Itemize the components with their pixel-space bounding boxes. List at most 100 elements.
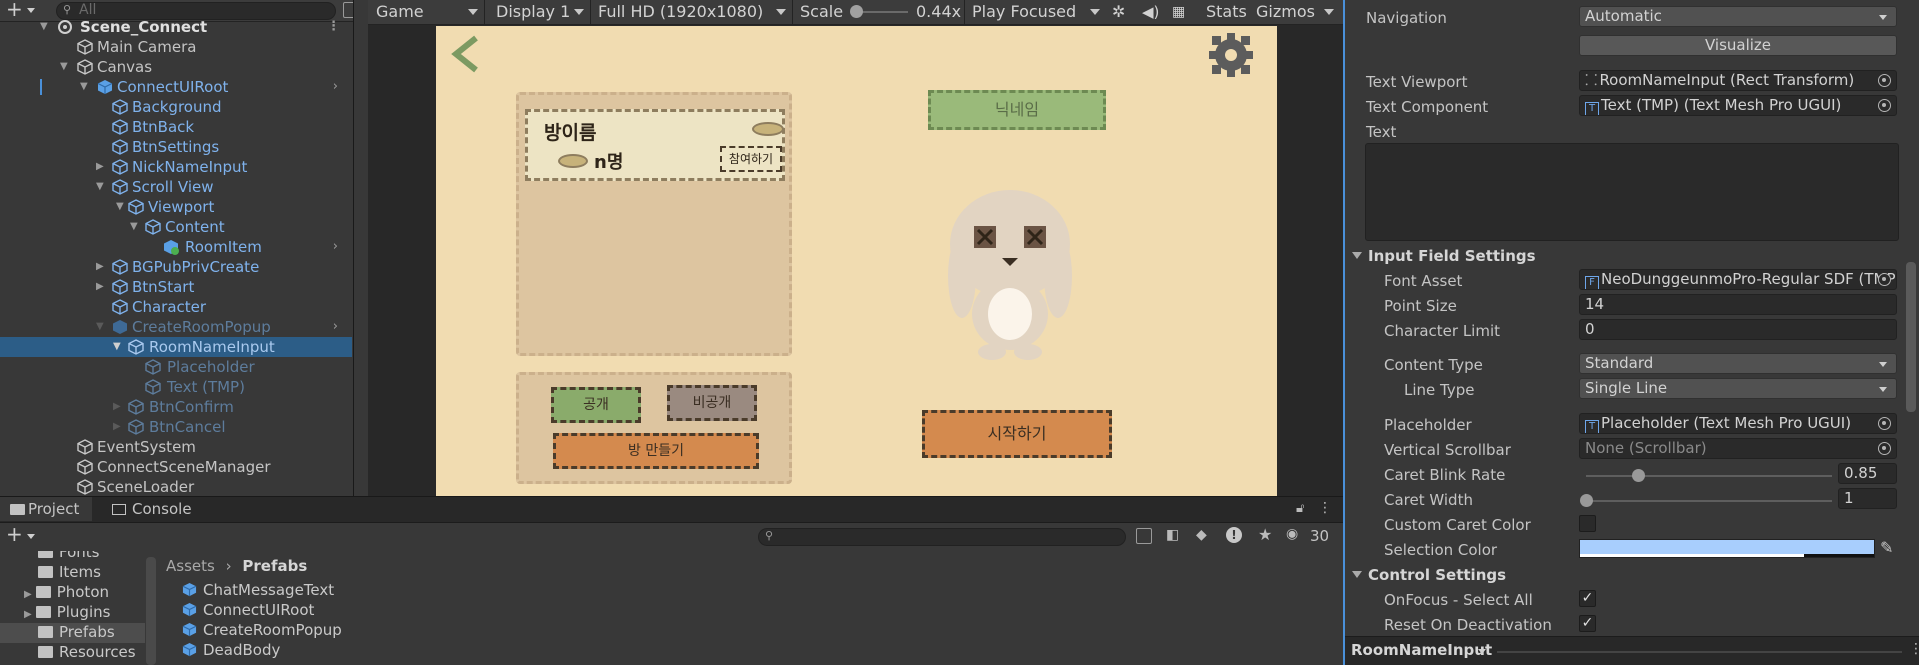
breadcrumb-root[interactable]: Assets <box>166 557 215 575</box>
hierarchy-item[interactable]: Text (TMP) <box>0 377 352 397</box>
input-field-settings-header[interactable]: Input Field Settings <box>1352 247 1536 265</box>
filter-type-icon[interactable]: ◧ <box>1166 527 1179 543</box>
caret-width-field[interactable]: 1 <box>1838 488 1897 509</box>
asset-item[interactable]: ChatMessageText <box>182 581 334 599</box>
folder-item-selected[interactable]: Prefabs <box>0 623 145 643</box>
scene-row[interactable]: ▼ Scene_Connect ⋮ <box>0 17 352 37</box>
object-picker-icon[interactable] <box>1878 273 1891 286</box>
folder-tree-scrollbar[interactable] <box>146 557 156 665</box>
hierarchy-item[interactable]: Placeholder <box>0 357 352 377</box>
text-component-field[interactable]: T Text (TMP) (Text Mesh Pro UGUI) <box>1579 95 1897 116</box>
hierarchy-item[interactable]: Character <box>0 297 352 317</box>
hierarchy-item[interactable]: Main Camera <box>0 37 352 57</box>
object-picker-icon[interactable] <box>1878 442 1891 455</box>
chevron-right-icon[interactable]: › <box>333 237 338 257</box>
tab-project[interactable]: Project <box>0 497 92 521</box>
hierarchy-item[interactable]: ▶ BtnStart <box>0 277 352 297</box>
hierarchy-item[interactable]: ▼ Content <box>0 217 352 237</box>
add-dropdown-icon[interactable] <box>27 8 35 13</box>
font-asset-field[interactable]: F NeoDunggeunmoPro-Regular SDF (TMP <box>1579 269 1897 290</box>
text-area[interactable] <box>1365 143 1899 241</box>
asset-item[interactable]: ConnectUIRoot <box>182 601 314 619</box>
audio-icon[interactable]: ◀) <box>1142 0 1159 24</box>
object-picker-icon[interactable] <box>1878 99 1891 112</box>
lock-icon[interactable]: 🔓︎ <box>1296 501 1304 516</box>
eyedropper-icon[interactable]: ✎ <box>1880 538 1893 557</box>
hierarchy-item[interactable]: ▶ NickNameInput <box>0 157 352 177</box>
label-icon[interactable]: ◆ <box>1196 527 1207 543</box>
slider-knob[interactable] <box>1580 494 1593 507</box>
back-arrow-icon[interactable] <box>448 34 482 74</box>
add-icon[interactable]: + <box>6 522 23 546</box>
point-size-field[interactable]: 14 <box>1579 294 1897 315</box>
room-item[interactable]: 방이름 n명 참여하기 <box>525 109 785 181</box>
hierarchy-item[interactable]: BtnBack <box>0 117 352 137</box>
folder-item[interactable]: ▶ Plugins <box>24 603 110 621</box>
custom-caret-color-checkbox[interactable] <box>1579 515 1596 532</box>
line-type-dropdown[interactable]: Single Line <box>1579 378 1897 399</box>
inspector-scrollbar[interactable] <box>1906 262 1916 412</box>
search-options-icon[interactable] <box>343 2 353 18</box>
tab-console[interactable]: Console <box>104 497 204 521</box>
visibility-eye-icon[interactable]: ◉ <box>1286 526 1298 542</box>
vertical-scrollbar-field[interactable]: None (Scrollbar) <box>1579 438 1897 459</box>
hierarchy-item[interactable]: ConnectSceneManager <box>0 457 352 477</box>
warning-icon[interactable]: ! <box>1226 527 1242 543</box>
selection-color-swatch[interactable] <box>1579 539 1875 558</box>
folder-item[interactable]: ▶ Photon <box>24 583 109 601</box>
scene-menu-icon[interactable]: ⋮ <box>327 17 340 37</box>
create-room-button[interactable]: 방 만들기 <box>553 433 759 469</box>
settings-gear-icon[interactable] <box>1208 32 1254 78</box>
hierarchy-item[interactable]: BtnSettings <box>0 137 352 157</box>
hierarchy-item[interactable]: ▶ BtnConfirm <box>0 397 352 417</box>
stats-button[interactable]: Stats <box>1206 0 1247 24</box>
public-button[interactable]: 공개 <box>551 387 641 423</box>
asset-item[interactable]: CreateRoomPopup <box>182 621 342 639</box>
caret-blink-rate-slider[interactable] <box>1586 469 1832 482</box>
more-icon[interactable]: ⋮ <box>1909 641 1919 657</box>
hierarchy-item[interactable]: SceneLoader <box>0 477 352 496</box>
private-button[interactable]: 비공개 <box>667 385 757 421</box>
text-viewport-field[interactable]: ⸬ RoomNameInput (Rect Transform) <box>1579 70 1897 91</box>
caret-blink-rate-field[interactable]: 0.85 <box>1838 463 1897 484</box>
scale-slider[interactable] <box>850 5 908 18</box>
gizmos-button[interactable]: Gizmos <box>1256 0 1315 24</box>
nickname-input[interactable]: 닉네임 <box>928 90 1106 130</box>
character-limit-field[interactable]: 0 <box>1579 319 1897 340</box>
hierarchy-item[interactable]: Background <box>0 97 352 117</box>
hierarchy-item[interactable]: ▼ Scroll View <box>0 177 352 197</box>
more-icon[interactable]: ⋮ <box>1318 500 1332 516</box>
chevron-right-icon[interactable]: › <box>333 317 338 337</box>
join-button[interactable]: 참여하기 <box>720 146 782 172</box>
search-options-icon[interactable] <box>1136 528 1152 544</box>
hierarchy-item[interactable]: EventSystem <box>0 437 352 457</box>
game-view-dropdown[interactable]: Game <box>376 0 424 24</box>
reset-on-deactivation-checkbox[interactable]: ✓ <box>1579 615 1596 632</box>
project-search-input[interactable]: ⚲ <box>758 528 1126 546</box>
panel-splitter[interactable] <box>1343 0 1345 665</box>
bug-icon[interactable]: ✲ <box>1112 0 1125 24</box>
visualize-button[interactable]: Visualize <box>1579 35 1897 56</box>
caret-width-slider[interactable] <box>1580 494 1832 507</box>
chevron-down-icon[interactable] <box>1478 649 1486 654</box>
folder-item[interactable]: Items <box>38 563 101 581</box>
object-picker-icon[interactable] <box>1878 417 1891 430</box>
chevron-right-icon[interactable]: › <box>333 77 338 97</box>
asset-item[interactable]: DeadBody <box>182 641 280 659</box>
navigation-dropdown[interactable]: Automatic <box>1579 6 1897 27</box>
display-dropdown[interactable]: Display 1 <box>496 0 570 24</box>
hierarchy-item[interactable]: ▼ CreateRoomPopup › <box>0 317 352 337</box>
hierarchy-item[interactable]: RoomItem › <box>0 237 352 257</box>
onfocus-select-all-checkbox[interactable]: ✓ <box>1579 590 1596 607</box>
play-mode-dropdown[interactable]: Play Focused <box>972 0 1076 24</box>
folder-item[interactable]: Resources <box>38 643 136 661</box>
hierarchy-item[interactable]: ▼ Viewport <box>0 197 352 217</box>
keyboard-icon[interactable]: ▦ <box>1172 0 1185 24</box>
resolution-dropdown[interactable]: Full HD (1920x1080) <box>598 0 763 24</box>
control-settings-header[interactable]: Control Settings <box>1352 566 1506 584</box>
hierarchy-item[interactable]: ▶ BtnCancel <box>0 417 352 437</box>
hierarchy-item[interactable]: ▶ BGPubPrivCreate <box>0 257 352 277</box>
breadcrumb-current[interactable]: Prefabs <box>242 557 307 575</box>
favorite-star-icon[interactable]: ★ <box>1258 525 1272 544</box>
hierarchy-item[interactable]: ▼ ConnectUIRoot › <box>0 77 352 97</box>
